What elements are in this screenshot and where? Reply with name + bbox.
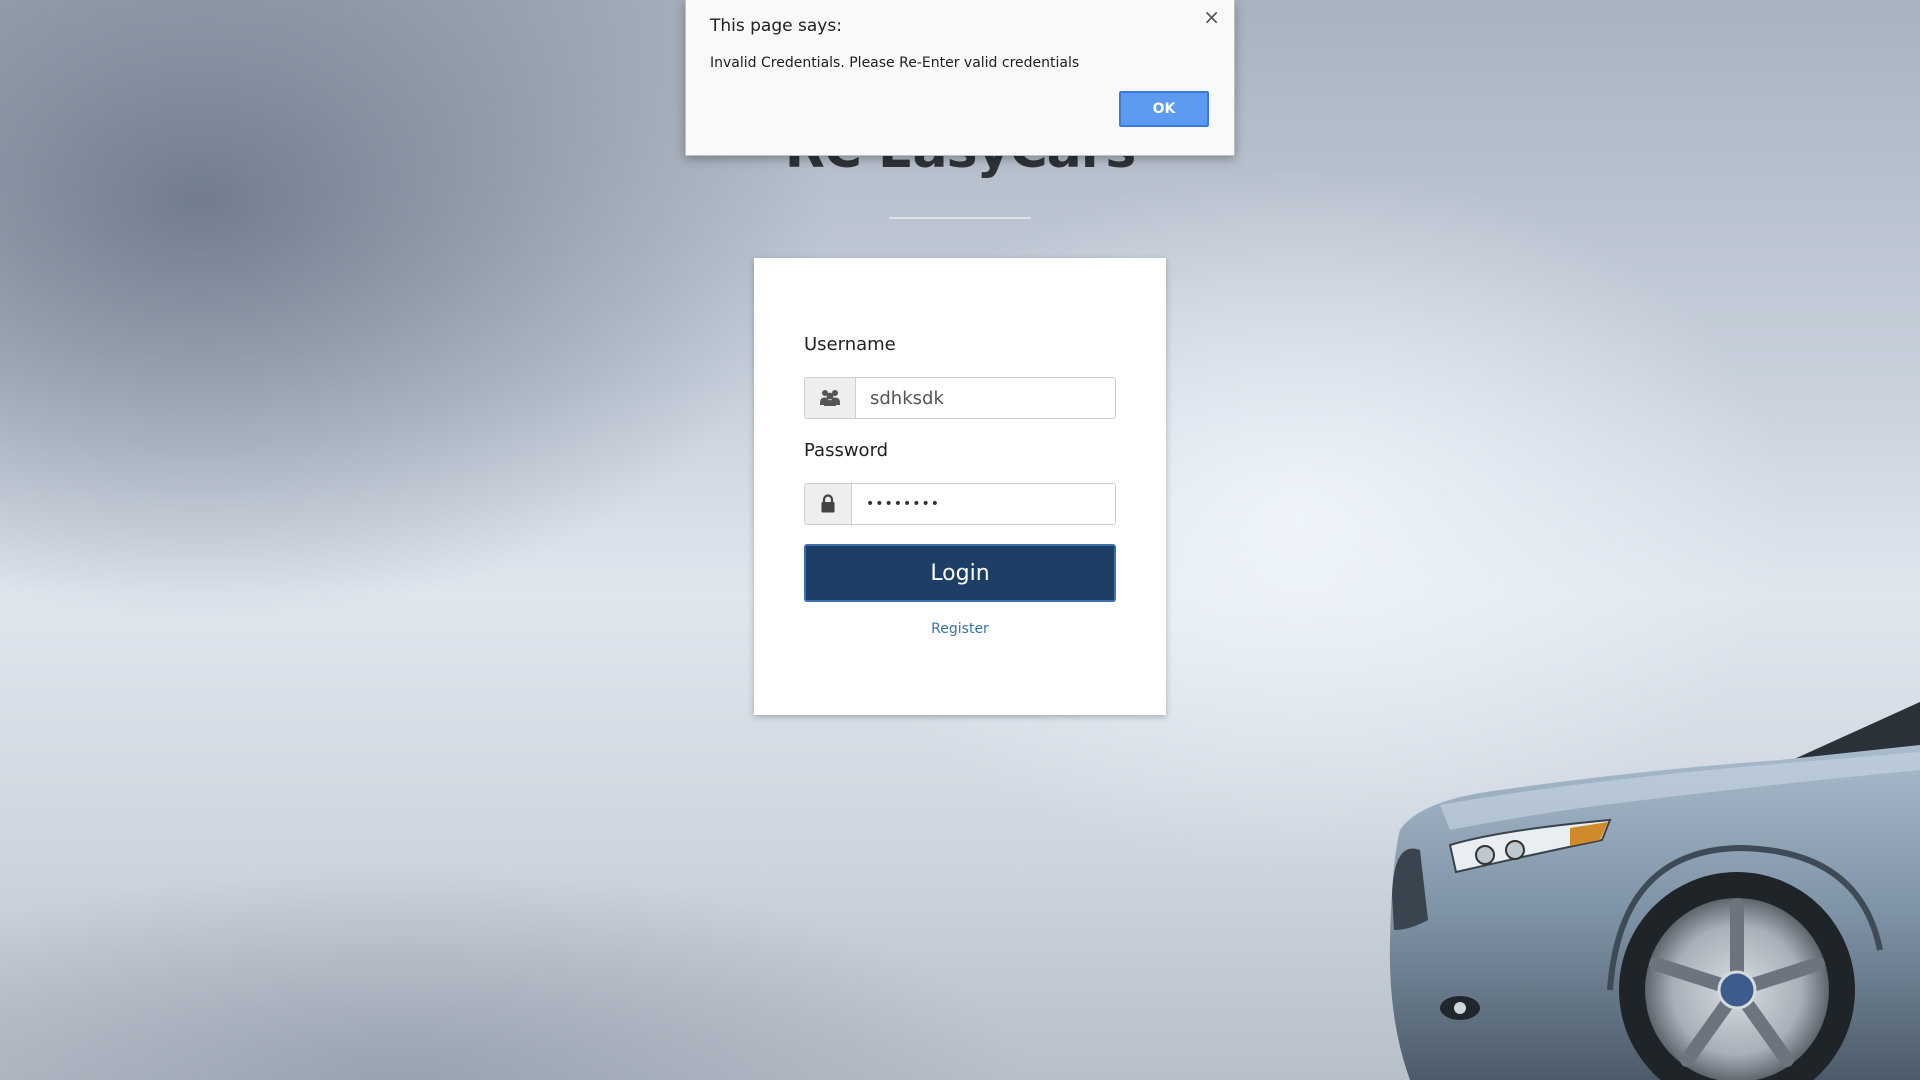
login-card: Username Password Login Register (754, 258, 1166, 715)
users-icon (805, 378, 856, 418)
ok-button[interactable]: OK (1119, 91, 1209, 127)
close-icon[interactable]: × (1199, 3, 1224, 31)
username-input[interactable] (856, 378, 1115, 418)
register-link[interactable]: Register (754, 621, 1166, 637)
lock-icon (805, 484, 852, 524)
password-input-group (804, 483, 1116, 525)
password-input[interactable] (852, 484, 1115, 524)
login-button[interactable]: Login (804, 544, 1116, 602)
alert-dialog: This page says: × Invalid Credentials. P… (685, 0, 1235, 156)
password-label: Password (804, 440, 889, 461)
alert-message: Invalid Credentials. Please Re-Enter val… (710, 55, 1080, 71)
username-label: Username (804, 334, 896, 355)
car-image (1389, 702, 1920, 1080)
alert-title: This page says: (710, 16, 842, 36)
title-divider (889, 217, 1031, 219)
username-input-group (804, 377, 1116, 419)
